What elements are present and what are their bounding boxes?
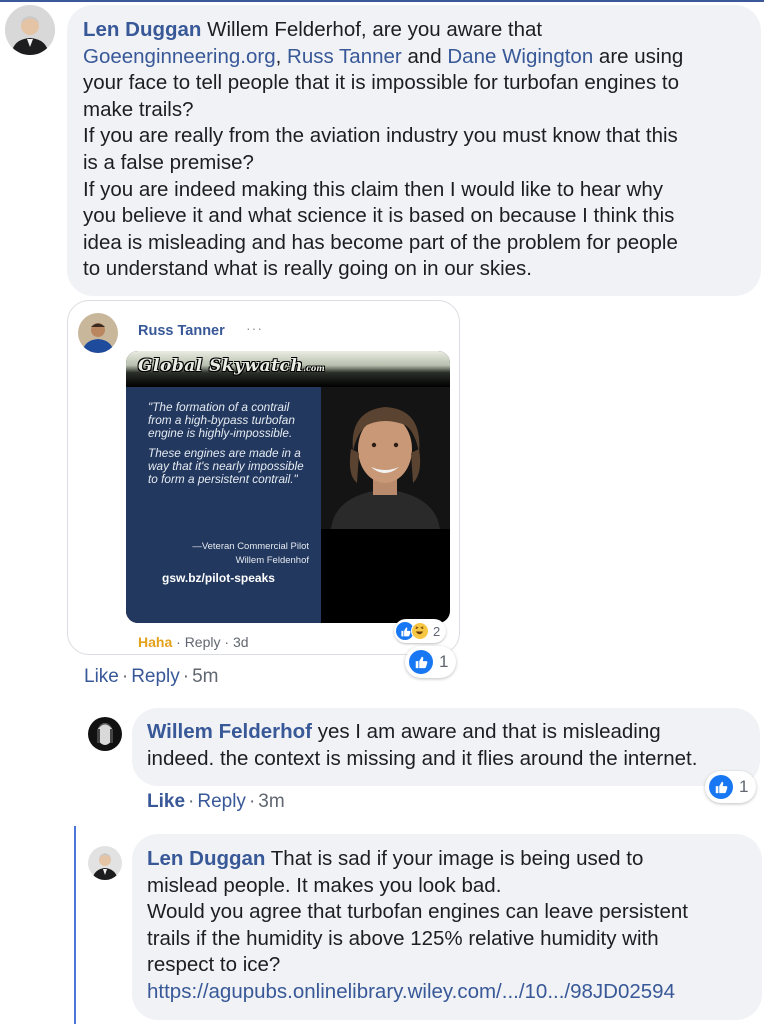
comment-text-segment: If you are indeed making this claim then… (83, 177, 663, 201)
comment-author-name[interactable]: Willem Felderhof (147, 720, 312, 743)
poster-header: Global Skywatch.com (126, 351, 450, 387)
comment-text-segment: If you are really from the aviation indu… (83, 124, 678, 148)
comment-line: If you are really from the aviation indu… (83, 123, 683, 150)
comment-text-segment: are using (593, 44, 684, 68)
comment-line: https://agupubs.onlinelibrary.wiley.com/… (147, 979, 688, 1006)
comment-line: Goeenginneering.org, Russ Tanner and Dan… (83, 44, 683, 71)
comment-line: If you are indeed making this claim then… (83, 177, 683, 204)
inline-link[interactable]: https://agupubs.onlinelibrary.wiley.com/… (147, 980, 675, 1003)
comment-line: Len Duggan That is sad if your image is … (147, 846, 688, 873)
reply-button[interactable]: Reply (197, 791, 246, 812)
comment-line: Len Duggan Willem Felderhof, are you awa… (83, 17, 683, 44)
inline-link[interactable]: Russ Tanner (287, 45, 402, 68)
comment-text-segment: your face to tell people that it is impo… (83, 71, 679, 95)
portrait-photo (321, 387, 450, 529)
willem-felderhof-avatar[interactable] (88, 717, 122, 751)
comment-timestamp[interactable]: 5m (192, 666, 218, 687)
embedded-post-meta: Haha · Reply · 3d (138, 634, 249, 650)
reply-button[interactable]: Reply (131, 666, 180, 687)
like-reaction-icon (709, 775, 733, 799)
poster-url: gsw.bz/pilot-speaks (162, 571, 275, 585)
reply-bubble: Len Duggan That is sad if your image is … (132, 834, 762, 1020)
comment-text-segment: Willem Felderhof, are you aware that (207, 18, 543, 41)
inline-link[interactable]: Dane Wigington (447, 45, 593, 68)
comment-text: Len Duggan That is sad if your image is … (147, 846, 688, 1006)
len-duggan-avatar[interactable] (5, 5, 55, 55)
global-skywatch-poster: Global Skywatch.com "The formation of a … (126, 351, 450, 623)
comment-text-segment: you believe it and what science it is ba… (83, 204, 675, 228)
top-border (0, 0, 764, 2)
comment-line: Would you agree that turbofan engines ca… (147, 899, 688, 926)
comment-text-segment: trails if the humidity is above 125% rel… (147, 926, 659, 950)
comment-text-segment: is a false premise? (83, 150, 254, 174)
poster-quote: "The formation of a contrail from a high… (148, 400, 304, 486)
comment-line: idea is misleading and has become part o… (83, 230, 683, 257)
comment-line: respect to ice? (147, 952, 688, 979)
comment-line: make trails? (83, 97, 683, 124)
reply-bubble: Willem Felderhof yes I am aware and that… (132, 708, 760, 786)
embedded-reaction-summary: 2 (394, 619, 447, 643)
russ-tanner-avatar (78, 313, 118, 353)
comment-line: mislead people. It makes you look bad. (147, 873, 688, 900)
reaction-count-badge[interactable]: 1 (705, 771, 757, 803)
comment-text-segment: respect to ice? (147, 953, 281, 977)
comment-text-segment: idea is misleading and has become part o… (83, 230, 678, 254)
poster-attribution: —Veteran Commercial Pilot Willem Feldenh… (192, 541, 309, 566)
comment-line: trails if the humidity is above 125% rel… (147, 926, 688, 953)
comment-text: Len Duggan Willem Felderhof, are you awa… (83, 17, 683, 283)
haha-reaction-icon (411, 622, 429, 640)
comment-author-name[interactable]: Len Duggan (147, 847, 265, 870)
comment-text-segment: That is sad if your image is being used … (270, 847, 644, 870)
embedded-post-image[interactable]: Russ Tanner ··· Global Skywatch.com "The… (67, 300, 460, 655)
comment-actions: Like · Reply · 3m (147, 791, 285, 812)
comment-text-segment: and (401, 44, 448, 68)
comment-author-name[interactable]: Len Duggan (83, 18, 201, 41)
poster-brand-logo: Global Skywatch.com (138, 356, 325, 376)
comment-line: indeed. the context is missing and it fl… (147, 746, 697, 773)
reaction-count-badge[interactable]: 1 (405, 646, 457, 678)
len-duggan-avatar[interactable] (88, 846, 122, 880)
comment-line: you believe it and what science it is ba… (83, 203, 683, 230)
comment-text-segment: mislead people. It makes you look bad. (147, 873, 502, 897)
more-options-icon: ··· (246, 320, 263, 336)
comment-text-segment: Would you agree that turbofan engines ca… (147, 900, 688, 924)
comment-text-segment: , (275, 44, 288, 68)
poster-quote-panel: "The formation of a contrail from a high… (126, 387, 321, 623)
like-reaction-icon (409, 650, 433, 674)
comment-text-segment: make trails? (83, 97, 194, 121)
comment-line: Willem Felderhof yes I am aware and that… (147, 719, 697, 746)
comment-bubble: Len Duggan Willem Felderhof, are you awa… (67, 5, 761, 296)
comment-text-segment: yes I am aware and that is misleading (317, 720, 661, 743)
comment-timestamp[interactable]: 3m (258, 791, 284, 812)
comment-line: is a false premise? (83, 150, 683, 177)
comment-text: Willem Felderhof yes I am aware and that… (147, 719, 697, 772)
like-button[interactable]: Like (147, 791, 185, 812)
inline-link[interactable]: Goeenginneering.org (83, 45, 276, 68)
embedded-author-name: Russ Tanner (138, 323, 225, 339)
comment-line: your face to tell people that it is impo… (83, 70, 683, 97)
comment-line: to understand what is really going on in… (83, 256, 683, 283)
thread-connector (74, 826, 76, 1024)
comment-text-segment: indeed. the context is missing and it fl… (147, 746, 698, 770)
comment-text-segment: to understand what is really going on in… (83, 257, 532, 281)
comment-actions: Like · Reply · 5m (84, 666, 219, 687)
like-button[interactable]: Like (84, 666, 119, 687)
